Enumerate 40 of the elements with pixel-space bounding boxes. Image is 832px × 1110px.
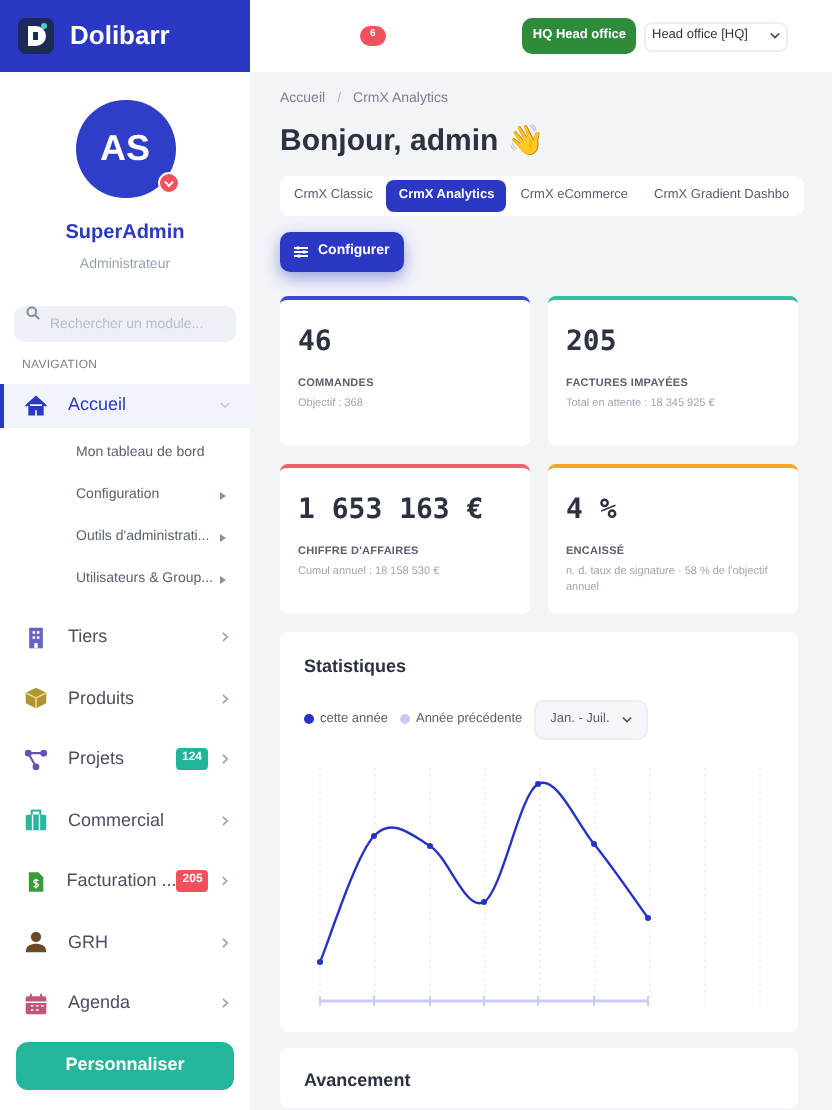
chevron-icon <box>621 715 632 723</box>
chevron-icon <box>220 632 230 643</box>
invoice-icon <box>24 869 47 894</box>
chevron-icon <box>220 876 230 887</box>
nav-item[interactable]: Tiers <box>0 615 250 660</box>
nav-item[interactable]: Commercial <box>0 798 250 843</box>
chevron-icon <box>220 754 230 765</box>
kpi-value: 205 <box>566 324 619 362</box>
chevron-icon <box>220 998 230 1009</box>
chevron-icon <box>220 400 230 411</box>
box-icon <box>24 686 48 711</box>
caret-icon[interactable] <box>157 172 179 195</box>
kpi-value: 4 % <box>566 492 619 530</box>
home-icon <box>24 393 48 418</box>
nav-item[interactable]: Produits <box>0 676 250 721</box>
person-icon <box>24 930 48 955</box>
chevron-icon <box>770 32 780 40</box>
building-icon <box>24 625 48 650</box>
briefcase-icon <box>24 808 48 833</box>
chevron-icon <box>220 937 230 948</box>
kpi-value: 1 653 163 € <box>298 492 486 530</box>
kpi-value: 46 <box>298 324 334 362</box>
chevron-icon <box>220 815 230 826</box>
caret-icon <box>220 576 226 585</box>
page-heading: Bonjour, admin 👋 <box>280 121 547 161</box>
caret-icon <box>220 534 226 543</box>
caret-icon <box>220 492 226 501</box>
user-avatar[interactable]: AS <box>75 100 175 199</box>
chevron-icon <box>220 693 230 704</box>
logo-icon <box>18 18 54 54</box>
user-name: SuperAdmin <box>63 220 187 249</box>
nav-item[interactable]: Agenda <box>0 981 250 1026</box>
nodes-icon <box>24 747 48 772</box>
calendar-icon <box>24 991 48 1016</box>
card-title: Statistiques <box>304 654 409 680</box>
brand-name: Dolibarr <box>70 18 170 55</box>
card-title: Avancement <box>304 1068 413 1094</box>
nav-item[interactable]: Accueil <box>0 383 250 428</box>
sliders-icon <box>294 246 308 258</box>
nav-item[interactable]: GRH <box>0 920 250 965</box>
